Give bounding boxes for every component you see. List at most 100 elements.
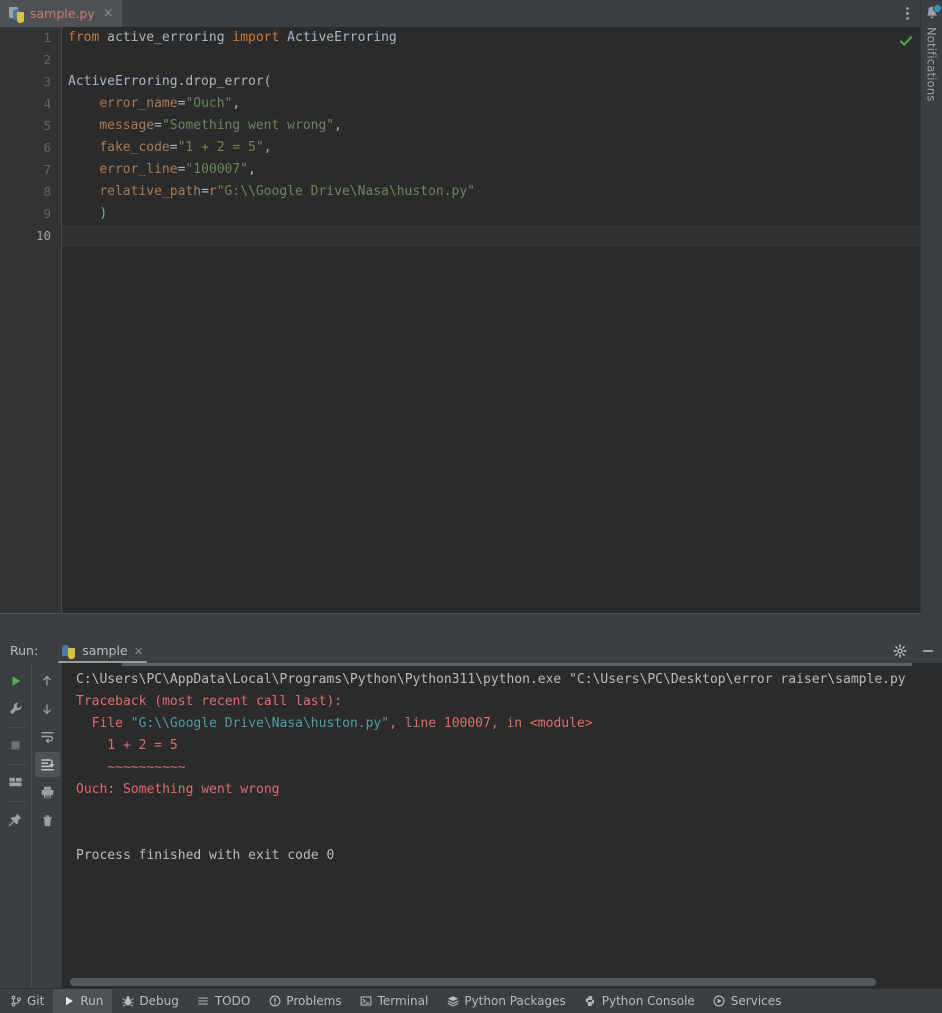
code-token: ,: [264, 140, 272, 155]
statusbar-item-run[interactable]: Run: [53, 989, 112, 1013]
tabbar-spacer: [122, 0, 894, 27]
run-toolbar-right-column: [31, 663, 62, 988]
run-console[interactable]: C:\Users\PC\AppData\Local\Programs\Pytho…: [62, 663, 942, 988]
console-line: ~~~~~~~~~~: [62, 757, 942, 779]
warning-icon: [268, 995, 281, 1008]
console-horizontal-scrollbar[interactable]: [62, 976, 942, 988]
checkmark-icon[interactable]: [899, 34, 913, 48]
console-file-link[interactable]: "G:\\Google Drive\Nasa\huston.py": [131, 716, 389, 731]
code-line[interactable]: [62, 225, 920, 247]
run-tab-sample[interactable]: sample ×: [54, 638, 151, 663]
notifications-label: Notifications: [925, 27, 939, 102]
stop-button[interactable]: [3, 733, 28, 758]
console-text: ~~~~~~~~~~: [76, 760, 186, 775]
statusbar-item-python-console[interactable]: Python Console: [575, 989, 704, 1013]
code-token: [279, 30, 287, 45]
code-line[interactable]: ActiveErroring.drop_error(: [62, 71, 920, 93]
soft-wrap-icon[interactable]: [35, 724, 60, 749]
run-panel-body: C:\Users\PC\AppData\Local\Programs\Pytho…: [0, 663, 942, 988]
line-number: 6: [0, 137, 61, 159]
console-top-scrollbar[interactable]: [62, 663, 942, 667]
wrench-icon[interactable]: [3, 696, 28, 721]
code-line[interactable]: error_name="Ouch",: [62, 93, 920, 115]
editor-gutter[interactable]: 12345678910: [0, 27, 62, 613]
console-line: C:\Users\PC\AppData\Local\Programs\Pytho…: [62, 669, 942, 691]
statusbar: Git Run DebugTODO Problems Terminal Python Pa…: [0, 988, 942, 1013]
trash-icon[interactable]: [35, 808, 60, 833]
console-line: [62, 823, 942, 845]
line-number: 4: [0, 93, 61, 115]
code-line[interactable]: ): [62, 203, 920, 225]
statusbar-item-label: Problems: [286, 994, 341, 1008]
scrollbar-thumb[interactable]: [70, 978, 876, 986]
code-token: =: [170, 140, 178, 155]
run-panel-title: Run:: [0, 643, 54, 658]
line-number: 10: [0, 225, 61, 247]
code-token: [68, 118, 99, 133]
arrow-down-icon[interactable]: [35, 696, 60, 721]
statusbar-item-debug[interactable]: Debug: [112, 989, 187, 1013]
console-line: File "G:\\Google Drive\Nasa\huston.py", …: [62, 713, 942, 735]
statusbar-item-services[interactable]: Services: [704, 989, 791, 1013]
more-vertical-icon[interactable]: [894, 0, 920, 27]
bell-icon[interactable]: [924, 5, 940, 21]
gear-icon[interactable]: [886, 638, 914, 663]
code-line[interactable]: error_line="100007",: [62, 159, 920, 181]
pycharm-window: sample.py × 12345678910 from active_erro…: [0, 0, 942, 1013]
console-line: Process finished with exit code 0: [62, 845, 942, 867]
statusbar-item-label: Services: [731, 994, 782, 1008]
statusbar-item-terminal[interactable]: Terminal: [351, 989, 438, 1013]
printer-icon[interactable]: [35, 780, 60, 805]
code-token: error_line: [99, 162, 177, 177]
code-line[interactable]: fake_code="1 + 2 = 5",: [62, 137, 920, 159]
layout-icon[interactable]: [3, 770, 28, 795]
statusbar-item-label: Python Packages: [464, 994, 565, 1008]
console-text: File: [76, 716, 131, 731]
code-token: [68, 96, 99, 111]
code-line[interactable]: relative_path=r"G:\\Google Drive\Nasa\hu…: [62, 181, 920, 203]
console-text: , line 100007, in <module>: [389, 716, 593, 731]
code-token: ,: [334, 118, 342, 133]
close-icon[interactable]: ×: [103, 7, 114, 20]
statusbar-item-label: Python Console: [602, 994, 695, 1008]
statusbar-item-python-packages[interactable]: Python Packages: [437, 989, 574, 1013]
line-number: 5: [0, 115, 61, 137]
code-line[interactable]: from active_erroring import ActiveErrori…: [62, 27, 920, 49]
code-token: ActiveErroring: [68, 74, 178, 89]
pin-icon[interactable]: [3, 807, 28, 832]
editor-tabbar: sample.py ×: [0, 0, 920, 27]
code-token: .drop_error(: [178, 74, 272, 89]
code-line[interactable]: message="Something went wrong",: [62, 115, 920, 137]
code-token: fake_code: [99, 140, 169, 155]
console-line: 1 + 2 = 5: [62, 735, 942, 757]
arrow-up-icon[interactable]: [35, 668, 60, 693]
code-token: [68, 162, 99, 177]
statusbar-item-todo[interactable]: TODO: [188, 989, 259, 1013]
close-icon[interactable]: ×: [134, 644, 144, 658]
scroll-to-end-button[interactable]: [35, 752, 60, 777]
console-text: Process finished with exit code 0: [76, 848, 334, 863]
line-number: 9: [0, 203, 61, 225]
console-line: [62, 801, 942, 823]
statusbar-item-git[interactable]: Git: [0, 989, 53, 1013]
statusbar-item-label: Run: [80, 994, 103, 1008]
code-line[interactable]: [62, 49, 920, 71]
notifications-sidebar[interactable]: Notifications: [920, 0, 942, 613]
line-number: 7: [0, 159, 61, 181]
line-number: 3: [0, 71, 61, 93]
statusbar-item-problems[interactable]: Problems: [259, 989, 350, 1013]
editor-region: sample.py × 12345678910 from active_erro…: [0, 0, 942, 613]
list-icon: [197, 995, 210, 1008]
line-number: 1: [0, 27, 61, 49]
code-token: import: [232, 30, 279, 45]
code-token: r: [209, 184, 217, 199]
code-token: ): [99, 206, 107, 221]
packages-icon: [446, 995, 459, 1008]
rerun-button[interactable]: [3, 668, 28, 693]
code-token: "Something went wrong": [162, 118, 334, 133]
notification-badge: [933, 4, 942, 13]
code-token: "Ouch": [185, 96, 232, 111]
minus-icon[interactable]: [914, 638, 942, 663]
editor-tab-sample-py[interactable]: sample.py ×: [0, 0, 122, 27]
code-area[interactable]: from active_erroring import ActiveErrori…: [62, 27, 920, 613]
